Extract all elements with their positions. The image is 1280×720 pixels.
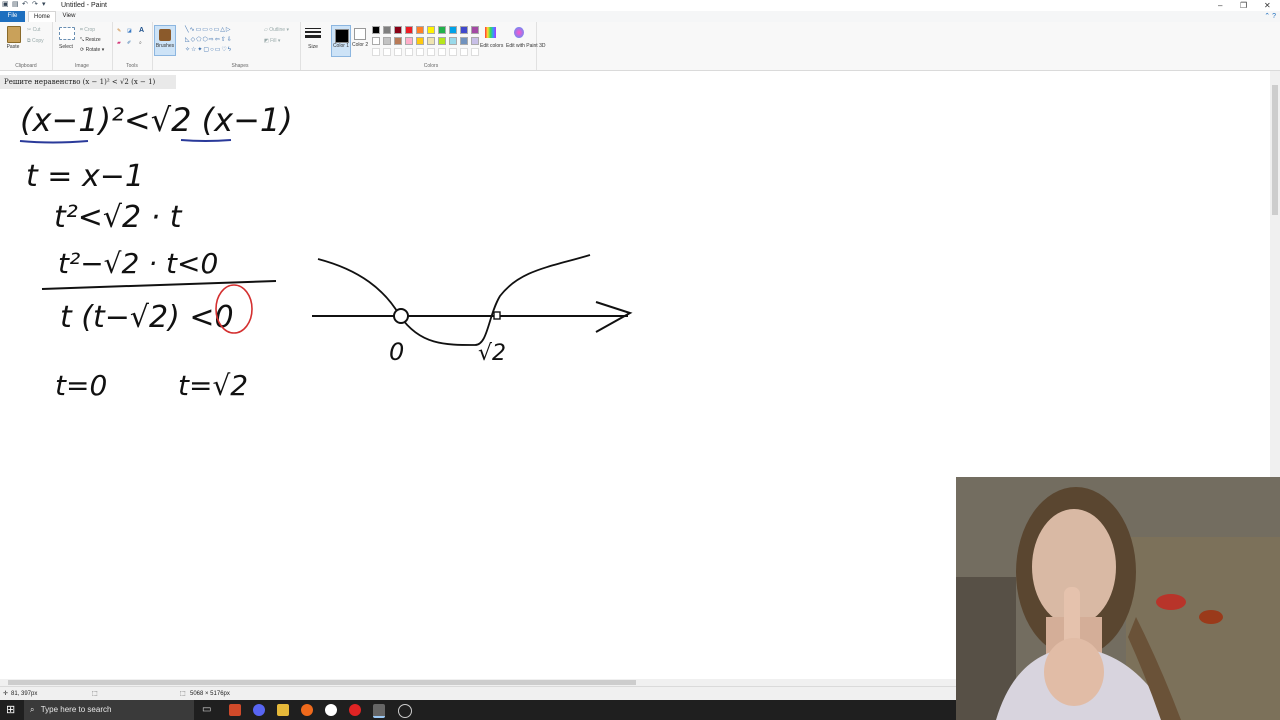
underline-right	[180, 139, 232, 142]
canvas-size-icon: ⬚	[180, 691, 186, 697]
handwritten-line6b: t=√2	[178, 369, 248, 402]
number-line-axis	[312, 301, 633, 333]
parabola-sketch	[317, 254, 591, 346]
root-point-sqrt2	[493, 311, 501, 320]
underline-left	[19, 140, 89, 144]
cursor-position-icon: ✛	[3, 691, 9, 697]
canvas-size: 5068 × 5176px	[190, 691, 230, 697]
taskbar-search-box[interactable]: ⌕ Type here to search	[24, 700, 194, 720]
graph-label-zero: 0	[389, 338, 404, 366]
search-placeholder: Type here to search	[40, 705, 112, 714]
handwritten-line2: t = x−1	[26, 159, 144, 194]
handwritten-line3: t²<√2 · t	[54, 200, 183, 235]
task-view-icon[interactable]: ▭	[202, 704, 214, 716]
obs-icon[interactable]	[398, 704, 412, 718]
root-point-zero	[393, 308, 409, 324]
yandex-browser-icon[interactable]	[325, 704, 337, 716]
file-explorer-icon[interactable]	[277, 704, 289, 716]
webcam-overlay	[956, 477, 1280, 720]
windows-start-icon[interactable]: ⊞	[6, 703, 15, 716]
vertical-scroll-thumb[interactable]	[1272, 85, 1278, 215]
cursor-position: 81, 397px	[11, 691, 38, 697]
selection-size-icon: ⬚	[92, 691, 98, 697]
divider-line	[41, 280, 277, 290]
firefox-icon[interactable]	[301, 704, 313, 716]
discord-icon[interactable]	[253, 704, 265, 716]
handwritten-line4: t²−√2 · t<0	[58, 247, 218, 280]
opera-icon[interactable]	[349, 704, 361, 716]
horizontal-scroll-thumb[interactable]	[8, 680, 636, 685]
handwritten-line5: t (t−√2) <0	[60, 300, 234, 335]
handwritten-line6a: t=0	[55, 369, 107, 402]
app-icon-1[interactable]	[229, 704, 241, 716]
paint-taskbar-icon[interactable]	[373, 704, 385, 718]
graph-label-sqrt2: √2	[478, 341, 506, 366]
handwritten-line1: (x−1)²<√2 (x−1)	[20, 101, 293, 139]
search-icon: ⌕	[30, 705, 35, 714]
presenter-video-frame	[956, 477, 1280, 720]
